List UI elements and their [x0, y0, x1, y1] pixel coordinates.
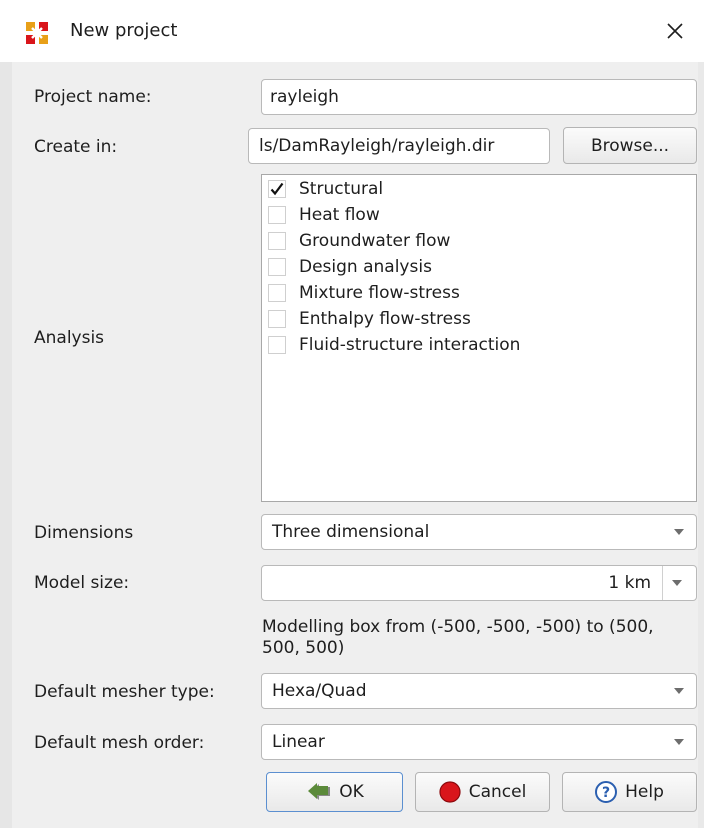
mesh-order-select[interactable]: Linear — [261, 724, 697, 760]
dimensions-value: Three dimensional — [272, 522, 430, 542]
browse-button[interactable]: Browse... — [563, 127, 697, 164]
model-size-value: 1 km — [608, 573, 651, 593]
fluid-structure-interaction-checkbox[interactable] — [268, 336, 286, 354]
groundwater-flow-checkbox[interactable] — [268, 232, 286, 250]
dimensions-select[interactable]: Three dimensional — [261, 514, 697, 550]
mesh-order-value: Linear — [272, 732, 325, 752]
create-in-value: ls/DamRayleigh/rayleigh.dir — [259, 136, 495, 156]
browse-label: Browse... — [590, 135, 670, 156]
heat-flow-checkbox[interactable] — [268, 206, 286, 224]
analysis-item-design-analysis[interactable]: Design analysis — [268, 254, 432, 280]
design-analysis-checkbox[interactable] — [268, 258, 286, 276]
enthalpy-flow-stress-label: Enthalpy flow-stress — [299, 309, 471, 329]
ok-button[interactable]: OK — [266, 772, 403, 812]
model-size-divider — [662, 566, 663, 600]
mixture-flow-stress-label: Mixture flow-stress — [299, 283, 460, 303]
model-size-input[interactable]: 1 km — [261, 565, 697, 601]
groundwater-flow-label: Groundwater flow — [299, 231, 451, 251]
mesher-type-select[interactable]: Hexa/Quad — [261, 673, 697, 709]
analysis-item-mixture-flow-stress[interactable]: Mixture flow-stress — [268, 280, 460, 306]
checkmark-icon — [270, 182, 284, 196]
analysis-item-groundwater-flow[interactable]: Groundwater flow — [268, 228, 450, 254]
stop-icon — [439, 781, 461, 803]
help-label: Help — [625, 782, 664, 802]
create-in-input[interactable]: ls/DamRayleigh/rayleigh.dir — [248, 128, 550, 164]
help-icon: ? — [595, 781, 618, 803]
ok-arrow-icon — [308, 783, 331, 800]
analysis-item-fluid-structure-interaction[interactable]: Fluid-structure interaction — [268, 332, 520, 358]
fluid-structure-interaction-label: Fluid-structure interaction — [299, 335, 521, 355]
chevron-down-icon — [674, 739, 684, 745]
project-name-label: Project name: — [34, 87, 152, 107]
chevron-down-icon — [674, 529, 684, 535]
chevron-down-icon[interactable] — [672, 579, 682, 587]
svg-text:?: ? — [602, 785, 610, 801]
mesher-type-label: Default mesher type: — [34, 682, 215, 702]
dimensions-label: Dimensions — [34, 523, 134, 543]
title-bar: New project — [0, 0, 704, 62]
cancel-label: Cancel — [468, 782, 527, 802]
analysis-item-enthalpy-flow-stress[interactable]: Enthalpy flow-stress — [268, 306, 471, 332]
chevron-down-icon — [674, 688, 684, 694]
modelling-box-info: Modelling box from (-500, -500, -500) to… — [262, 617, 654, 658]
window-frame-left — [0, 62, 12, 828]
mixture-flow-stress-checkbox[interactable] — [268, 284, 286, 302]
analysis-item-heat-flow[interactable]: Heat flow — [268, 202, 380, 228]
structural-label: Structural — [299, 179, 384, 199]
help-button[interactable]: ? Help — [562, 772, 697, 812]
cancel-button[interactable]: Cancel — [415, 772, 550, 812]
model-size-label: Model size: — [34, 573, 130, 593]
window-title: New project — [70, 20, 178, 41]
design-analysis-label: Design analysis — [299, 257, 432, 277]
project-name-input[interactable]: rayleigh — [261, 79, 697, 115]
diana-logo-icon — [26, 22, 48, 44]
close-button[interactable] — [660, 16, 690, 46]
mesh-order-label: Default mesh order: — [34, 733, 205, 753]
heat-flow-label: Heat flow — [299, 205, 380, 225]
window-frame-right — [698, 62, 704, 828]
analysis-item-structural[interactable]: Structural — [268, 176, 383, 202]
close-icon — [667, 23, 683, 39]
mesher-type-value: Hexa/Quad — [272, 681, 367, 701]
create-in-label: Create in: — [34, 137, 118, 157]
project-name-value: rayleigh — [270, 87, 339, 107]
structural-checkbox[interactable] — [268, 180, 286, 198]
analysis-label: Analysis — [34, 328, 105, 348]
ok-label: OK — [339, 782, 364, 802]
analysis-list: Structural Heat flow Groundwater flow De… — [261, 174, 697, 502]
enthalpy-flow-stress-checkbox[interactable] — [268, 310, 286, 328]
